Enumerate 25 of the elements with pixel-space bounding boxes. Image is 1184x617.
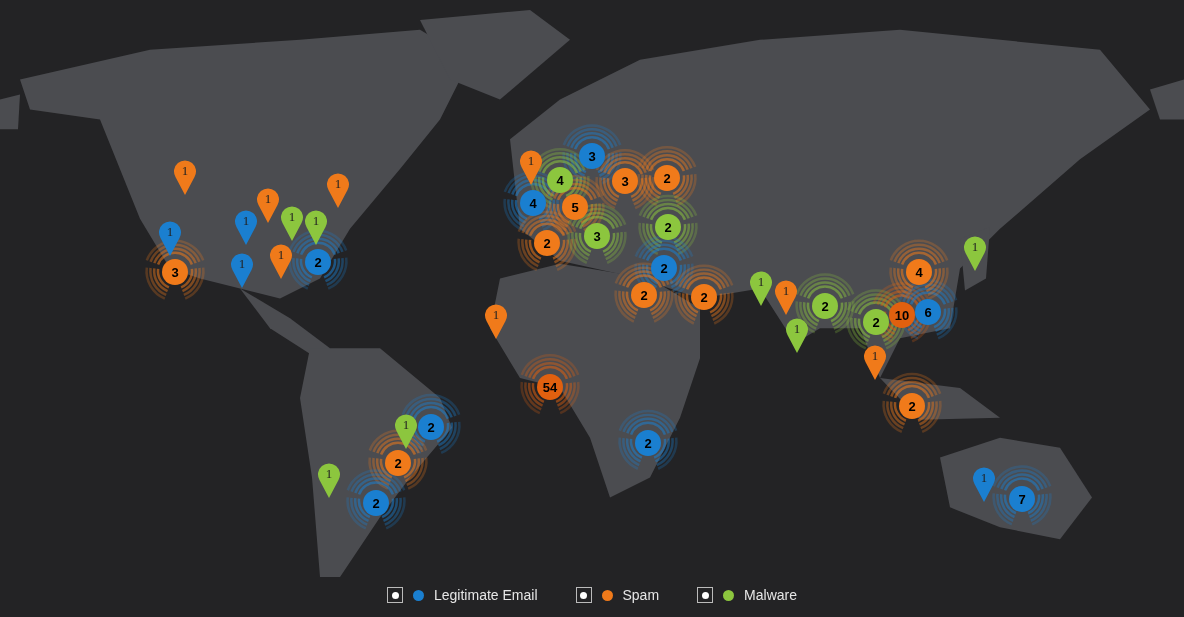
checkbox[interactable]: [697, 587, 714, 603]
checkbox[interactable]: [575, 587, 592, 603]
pin-marker[interactable]: 1: [256, 188, 280, 224]
pin-marker[interactable]: 1: [230, 253, 254, 289]
legend-label: Spam: [622, 585, 660, 605]
pin-marker[interactable]: 1: [158, 221, 182, 257]
pin-marker[interactable]: 1: [173, 160, 197, 196]
pin-marker[interactable]: 1: [304, 210, 328, 246]
pin-marker[interactable]: 1: [963, 236, 987, 272]
pin-marker[interactable]: 1: [774, 280, 798, 316]
pin-marker[interactable]: 1: [972, 467, 996, 503]
pin-marker[interactable]: 1: [269, 244, 293, 280]
pin-marker[interactable]: 1: [785, 318, 809, 354]
checkbox[interactable]: [387, 587, 403, 603]
legend-label: Malware: [744, 585, 797, 605]
pin-marker[interactable]: 1: [519, 150, 543, 186]
pin-marker[interactable]: 1: [326, 173, 350, 209]
pin-marker[interactable]: 1: [234, 210, 258, 246]
pin-marker[interactable]: 1: [484, 304, 508, 340]
pin-marker[interactable]: 1: [317, 463, 341, 499]
pin-marker[interactable]: 1: [749, 271, 773, 307]
pin-marker[interactable]: 1: [863, 345, 887, 381]
pin-marker[interactable]: 1: [280, 206, 304, 242]
pin-marker[interactable]: 1: [394, 414, 418, 450]
legend-label: Legitimate Email: [434, 585, 538, 605]
